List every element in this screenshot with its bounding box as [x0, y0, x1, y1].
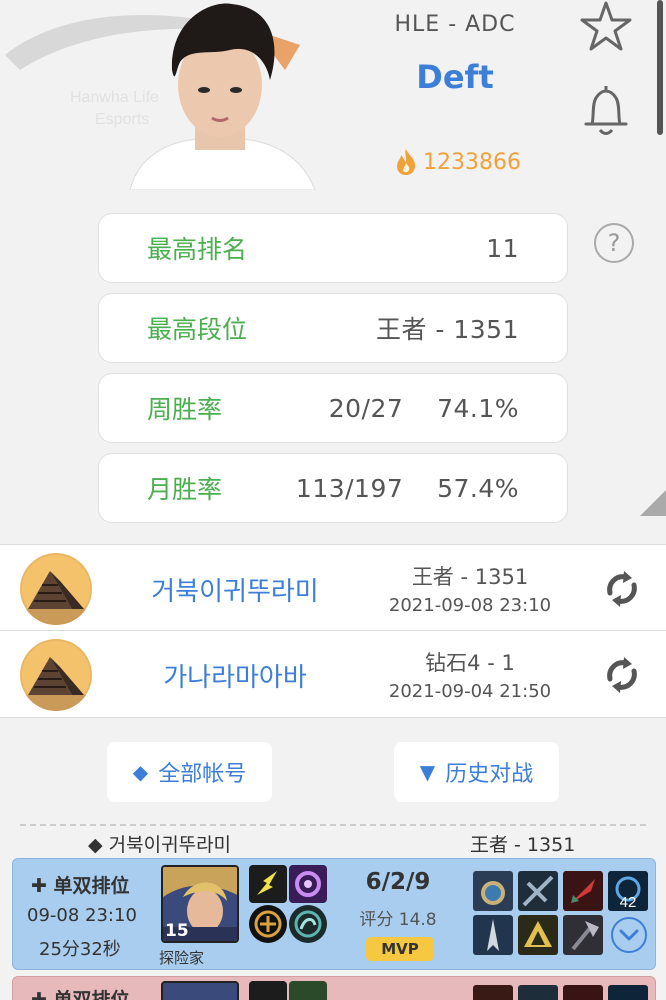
heat-value: 1233866	[423, 149, 521, 175]
account-name[interactable]: 가나라마아바	[120, 657, 350, 694]
stat-label: 周胜率	[147, 395, 223, 424]
item-red-blade-icon	[563, 871, 603, 911]
item-icon	[518, 985, 558, 1000]
player-photo	[129, 3, 316, 190]
all-accounts-label: 全部帐号	[158, 762, 247, 787]
account-rank: 王者 - 1351	[411, 565, 529, 589]
stat-card-weekly-winrate: 周胜率 20/27 74.1%	[98, 373, 568, 443]
player-header: Hanwha Life Esports HLE - ADC Deft 12338…	[0, 0, 666, 200]
item-bow-icon	[518, 871, 558, 911]
match-history-button[interactable]: ▼ 历史对战	[394, 742, 559, 802]
item-stopwatch-icon	[473, 871, 513, 911]
flame-icon	[397, 149, 416, 175]
summoner-spell-flash-icon	[249, 865, 287, 903]
summoner-spell-teleport-icon	[289, 865, 327, 903]
chevron-down-icon	[611, 917, 647, 953]
section-account-title: ◆ 거북이귀뚜라미	[88, 830, 231, 857]
account-row[interactable]: 거북이귀뚜라미 王者 - 1351 2021-09-08 23:10	[0, 544, 666, 631]
item-icon	[608, 985, 648, 1000]
rune-secondary-icon	[289, 905, 327, 943]
diamond-icon: ◆	[132, 760, 149, 784]
expand-button[interactable]	[610, 916, 648, 954]
account-avatar	[20, 553, 92, 625]
account-list: 거북이귀뚜라미 王者 - 1351 2021-09-08 23:10 가나라마아…	[0, 544, 666, 718]
item-axe-icon	[563, 915, 603, 955]
match-card[interactable]: ✚ 单双排位 09-08 23:10 25分32秒 15 探险家 6/2/9 评…	[12, 858, 656, 970]
match-duration: 25分32秒	[39, 939, 121, 960]
stat-card-highest-tier: 最高段位 王者 - 1351	[98, 293, 568, 363]
account-name[interactable]: 거북이귀뚜라미	[120, 571, 350, 608]
refresh-icon[interactable]	[600, 655, 644, 695]
stat-label: 月胜率	[147, 475, 223, 504]
match-mode: ✚ 单双排位	[31, 989, 130, 1000]
match-mode: ✚ 单双排位	[31, 875, 130, 897]
item-charge-count: 42	[620, 894, 637, 911]
match-date: 09-08 23:10	[27, 905, 137, 926]
help-icon[interactable]: ?	[594, 223, 634, 263]
section-account-name: 거북이귀뚜라미	[108, 834, 232, 856]
bell-icon[interactable]	[580, 82, 632, 140]
summoner-spell-icon	[289, 981, 327, 1000]
match-card[interactable]: ✚ 单双排位	[12, 976, 656, 1000]
stat-card-highest-ranking: 最高排名 11	[98, 213, 568, 283]
champion-name: 探险家	[159, 949, 205, 967]
player-name: Deft	[416, 58, 494, 96]
champion-level: 15	[165, 921, 189, 941]
account-rank: 钻石4 - 1	[425, 651, 515, 675]
item-triforce-icon	[518, 915, 558, 955]
star-icon[interactable]	[578, 0, 634, 52]
account-updated-time: 2021-09-04 21:50	[388, 681, 552, 702]
stat-card-monthly-winrate: 月胜率 113/197 57.4%	[98, 453, 568, 523]
section-account-rank: 王者 - 1351	[470, 834, 576, 856]
stat-value: 113/197 57.4%	[295, 473, 519, 503]
account-updated-time: 2021-09-08 23:10	[388, 595, 552, 616]
item-crossbow-icon	[473, 915, 513, 955]
section-divider	[20, 824, 646, 826]
stat-value: 11	[486, 233, 519, 263]
diamond-icon: ◆	[88, 834, 103, 856]
stat-label: 最高排名	[147, 235, 248, 264]
account-row[interactable]: 가나라마아바 钻石4 - 1 2021-09-04 21:50	[0, 631, 666, 718]
item-icon	[563, 985, 603, 1000]
match-history-label: 历史对战	[445, 762, 534, 787]
stat-value: 20/27 74.1%	[328, 393, 519, 423]
rune-precision-icon	[249, 905, 287, 943]
resize-corner	[640, 490, 666, 516]
champion-portrait: 15	[161, 865, 239, 943]
heat-indicator: 1233866	[395, 148, 521, 176]
stat-value: 王者 - 1351	[375, 315, 519, 344]
match-kda: 6/2/9	[365, 869, 431, 895]
stat-label: 最高段位	[147, 315, 248, 344]
scrollbar-thumb[interactable]	[657, 0, 663, 135]
team-role-label: HLE - ADC	[394, 12, 516, 37]
all-accounts-button[interactable]: ◆ 全部帐号	[107, 742, 272, 802]
champion-portrait	[161, 981, 239, 1000]
mvp-badge: MVP	[366, 937, 434, 961]
item-ward-icon: 42	[608, 871, 648, 911]
summoner-spell-icon	[249, 981, 287, 1000]
item-icon	[473, 985, 513, 1000]
triangle-down-icon: ▼	[419, 760, 436, 784]
match-score: 评分 14.8	[359, 910, 437, 930]
account-avatar	[20, 639, 92, 711]
refresh-icon[interactable]	[600, 569, 644, 609]
